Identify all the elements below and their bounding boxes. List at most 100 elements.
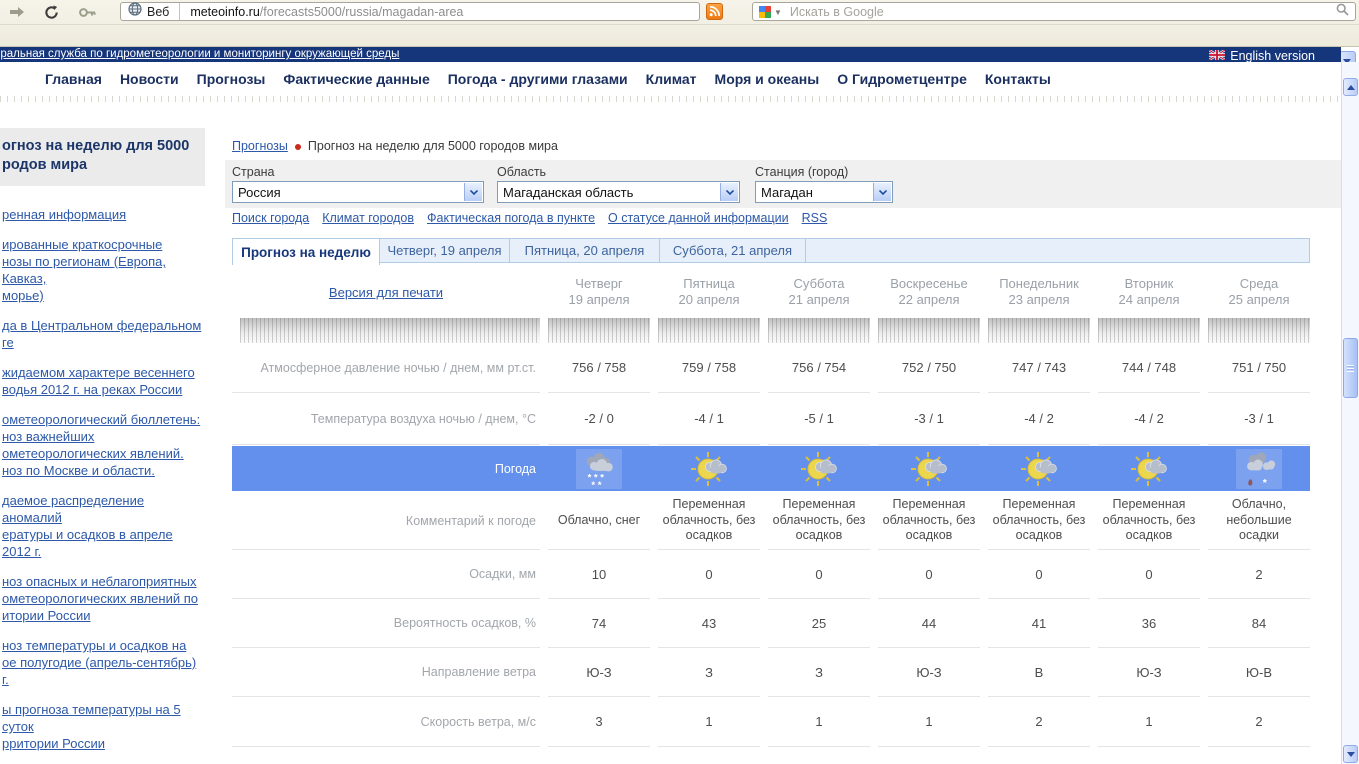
probability-cell: 84: [1208, 599, 1310, 648]
comment-cell: Облачно, снег: [548, 492, 650, 550]
english-version-link[interactable]: English version: [1209, 49, 1315, 63]
precip-cell: 2: [1208, 550, 1310, 599]
agency-title[interactable]: еральная служба по гидрометеорологии и м…: [0, 48, 399, 60]
country-select[interactable]: Россия: [232, 181, 484, 203]
sidebar-link[interactable]: жидаемом характере весеннего водья 2012 …: [2, 364, 204, 398]
precip-cell: 0: [658, 550, 760, 599]
sidebar-link[interactable]: да в Центральном федеральном ге: [2, 317, 204, 351]
pressure-cell: 747 / 743: [988, 343, 1090, 393]
day-header: Пятница20 апреля: [658, 267, 760, 317]
location-filter-band: Страна Россия Область Магаданская област…: [225, 160, 1341, 208]
table-header-row: Версия для печати Четверг19 апреля Пятни…: [232, 267, 1310, 317]
comment-cell: Облачно, небольшие осадки: [1208, 492, 1310, 550]
wind-speed-cell: 2: [1208, 697, 1310, 747]
pressure-cell: 756 / 758: [548, 343, 650, 393]
wind-speed-cell: 2: [988, 697, 1090, 747]
tab-friday[interactable]: Пятница, 20 апреля: [510, 239, 660, 262]
cloud-sleet-icon: [1239, 450, 1279, 488]
breadcrumb: Прогнозы Прогноз на неделю для 5000 горо…: [232, 139, 558, 153]
link-city-search[interactable]: Поиск города: [232, 211, 309, 225]
sun-cloud-icon: [1129, 450, 1169, 488]
temperature-cell: -3 / 1: [878, 393, 980, 445]
main-menu: Главная Новости Прогнозы Фактические дан…: [0, 62, 1341, 96]
tab-thursday[interactable]: Четверг, 19 апреля: [380, 239, 510, 262]
wind-dir-cell: Ю-З: [878, 648, 980, 697]
menu-item-climate[interactable]: Климат: [646, 71, 697, 87]
quick-links: Поиск города Климат городов Фактическая …: [232, 211, 827, 225]
sun-cloud-icon: [909, 450, 949, 488]
search-icon[interactable]: [1336, 3, 1349, 21]
google-engine-dropdown-icon[interactable]: ▼: [774, 8, 782, 17]
row-label: Вероятность осадков, %: [232, 599, 540, 648]
region-select[interactable]: Магаданская область: [497, 181, 740, 203]
browser-toolbar: Веб meteoinfo.ru/forecasts5000/russia/ma…: [0, 0, 1359, 47]
row-label: Погода: [232, 446, 540, 491]
scrollbar-thumb[interactable]: [1343, 338, 1358, 398]
menu-item-home[interactable]: Главная: [45, 71, 102, 87]
day-header: Воскресенье22 апреля: [878, 267, 980, 317]
globe-icon: [128, 2, 142, 21]
address-toolbar: Веб meteoinfo.ru/forecasts5000/russia/ma…: [0, 0, 1359, 24]
sidebar-link[interactable]: ноз опасных и неблагоприятных ометеороло…: [2, 573, 204, 624]
sun-cloud-icon: [799, 450, 839, 488]
day-header: Вторник24 апреля: [1098, 267, 1200, 317]
sun-cloud-icon: [689, 450, 729, 488]
pressure-cell: 756 / 754: [768, 343, 870, 393]
forecast-tabs: Прогноз на неделю Четверг, 19 апреля Пят…: [232, 238, 1310, 263]
key-icon[interactable]: [78, 4, 96, 20]
address-bar[interactable]: Веб meteoinfo.ru/forecasts5000/russia/ma…: [120, 2, 700, 21]
web-tab-label: Веб: [147, 5, 169, 19]
rss-icon[interactable]: [706, 3, 723, 20]
reload-icon[interactable]: [42, 4, 60, 20]
address-text[interactable]: meteoinfo.ru/forecasts5000/russia/magada…: [180, 5, 463, 19]
row-label: Температура воздуха ночью / днем, °C: [232, 393, 540, 445]
wind-dir-cell: З: [768, 648, 870, 697]
menu-item-contacts[interactable]: Контакты: [985, 71, 1051, 87]
google-search-input[interactable]: [782, 4, 1336, 20]
temperature-cell: -4 / 2: [1098, 393, 1200, 445]
sidebar-link[interactable]: ы прогноза температуры на 5 суток рритор…: [2, 701, 204, 752]
link-rss[interactable]: RSS: [802, 211, 828, 225]
link-data-status[interactable]: О статусе данной информации: [608, 211, 789, 225]
pressure-cell: 752 / 750: [878, 343, 980, 393]
wind-speed-cell: 1: [658, 697, 760, 747]
link-actual-weather[interactable]: Фактическая погода в пункте: [427, 211, 595, 225]
menu-item-forecasts[interactable]: Прогнозы: [197, 71, 266, 87]
google-search-field[interactable]: ▼: [752, 2, 1356, 21]
temperature-cell: -4 / 1: [658, 393, 760, 445]
pressure-cell: 759 / 758: [658, 343, 760, 393]
breadcrumb-link[interactable]: Прогнозы: [232, 139, 288, 153]
decorative-band: [232, 318, 1310, 343]
menu-item-about[interactable]: О Гидрометцентре: [837, 71, 967, 87]
probability-cell: 41: [988, 599, 1090, 648]
browser-window: * * * * * *: [0, 0, 1359, 764]
scroll-down-button[interactable]: [1343, 745, 1358, 763]
ruler-divider: [0, 96, 1359, 102]
station-select[interactable]: Магадан: [755, 181, 893, 203]
tab-week-forecast[interactable]: Прогноз на неделю: [232, 238, 380, 265]
day-header: Четверг19 апреля: [548, 267, 650, 317]
chevron-down-icon: [873, 183, 891, 201]
wind-speed-cell: 1: [768, 697, 870, 747]
forward-icon[interactable]: [8, 4, 26, 20]
menu-item-weather-other[interactable]: Погода - другими глазами: [448, 71, 628, 87]
sidebar-link[interactable]: ированные краткосрочные нозы по регионам…: [2, 236, 204, 304]
sidebar-title: огноз на неделю для 5000 родов мира: [0, 128, 205, 186]
precip-probability-row: Вероятность осадков, % 74 43 25 44 41 36…: [232, 599, 1310, 648]
probability-cell: 36: [1098, 599, 1200, 648]
row-label: Комментарий к погоде: [232, 492, 540, 550]
sidebar-link[interactable]: ренная информация: [2, 206, 204, 223]
row-label: Направление ветра: [232, 648, 540, 697]
link-city-climate[interactable]: Климат городов: [322, 211, 414, 225]
tab-saturday[interactable]: Суббота, 21 апреля: [660, 239, 806, 262]
sidebar-link[interactable]: ноз температуры и осадков на ое полугоди…: [2, 637, 204, 688]
menu-item-news[interactable]: Новости: [120, 71, 179, 87]
sidebar-link[interactable]: ометеорологический бюллетень: ноз важней…: [2, 411, 204, 479]
print-version-link[interactable]: Версия для печати: [329, 285, 443, 300]
sidebar-link[interactable]: даемое распределение аномалий ературы и …: [2, 492, 204, 560]
menu-item-seas[interactable]: Моря и океаны: [715, 71, 820, 87]
vertical-scrollbar[interactable]: [1341, 62, 1359, 764]
web-tab[interactable]: Веб: [121, 3, 180, 20]
scroll-up-button[interactable]: [1343, 78, 1358, 96]
menu-item-actual-data[interactable]: Фактические данные: [283, 71, 429, 87]
